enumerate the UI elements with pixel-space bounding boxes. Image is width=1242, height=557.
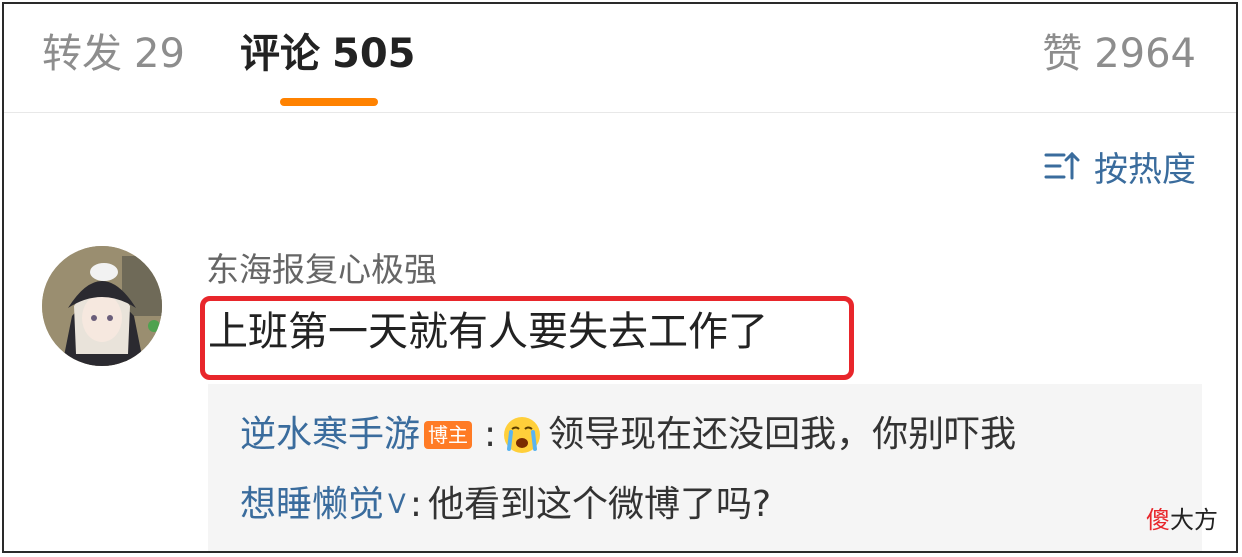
reply-text: 他看到这个微博了吗?: [427, 484, 772, 525]
watermark-part2: 大方: [1170, 506, 1218, 534]
reply-thread[interactable]: 逆水寒手游 博主 : 领导现在还没回我，你别吓我 想睡懒觉 ᐯ : 他看到这个微…: [208, 384, 1202, 551]
tab-comments-count: 505: [332, 31, 416, 77]
reply-item[interactable]: 想睡懒觉 ᐯ : 他看到这个微博了吗?: [240, 480, 771, 530]
reply-colon: :: [484, 414, 497, 455]
reply-author[interactable]: 想睡懒觉: [240, 480, 384, 530]
comment-text: 上班第一天就有人要失去工作了: [208, 309, 768, 355]
reply-item[interactable]: 逆水寒手游 博主 : 领导现在还没回我，你别吓我: [240, 410, 1016, 460]
tab-divider: [4, 112, 1236, 113]
v-badge-icon: ᐯ: [388, 490, 406, 520]
reply-colon: :: [409, 484, 422, 525]
tab-repost-label: 转发: [42, 31, 122, 77]
tab-likes-label: 赞: [1042, 31, 1083, 77]
tab-repost[interactable]: 转发 29: [42, 30, 185, 78]
tab-repost-count: 29: [134, 31, 185, 77]
tab-comments-label: 评论: [240, 31, 320, 77]
active-tab-indicator: [280, 98, 378, 106]
avatar-illustration: [42, 246, 162, 366]
tab-comments[interactable]: 评论 505: [240, 30, 416, 78]
tab-likes[interactable]: 赞 2964: [1042, 30, 1196, 78]
reply-text: 领导现在还没回我，你别吓我: [548, 414, 1017, 455]
watermark-part1: 傻: [1146, 506, 1170, 534]
watermark: 傻大方: [1146, 500, 1218, 535]
crying-emoji-icon: [504, 417, 541, 453]
tab-likes-count: 2964: [1094, 31, 1196, 77]
sort-label: 按热度: [1094, 149, 1196, 190]
comment-username[interactable]: 东海报复心极强: [206, 248, 437, 292]
sort-by-hot-button[interactable]: 按热度: [1044, 144, 1196, 190]
sort-icon: [1044, 151, 1080, 180]
avatar[interactable]: [42, 246, 162, 366]
weibo-comment-panel: 转发 29 评论 505 赞 2964 按热度 东海报复心极强 上班第一天就有人…: [2, 2, 1238, 553]
author-badge: 博主: [424, 421, 473, 449]
reply-author[interactable]: 逆水寒手游: [240, 410, 420, 460]
